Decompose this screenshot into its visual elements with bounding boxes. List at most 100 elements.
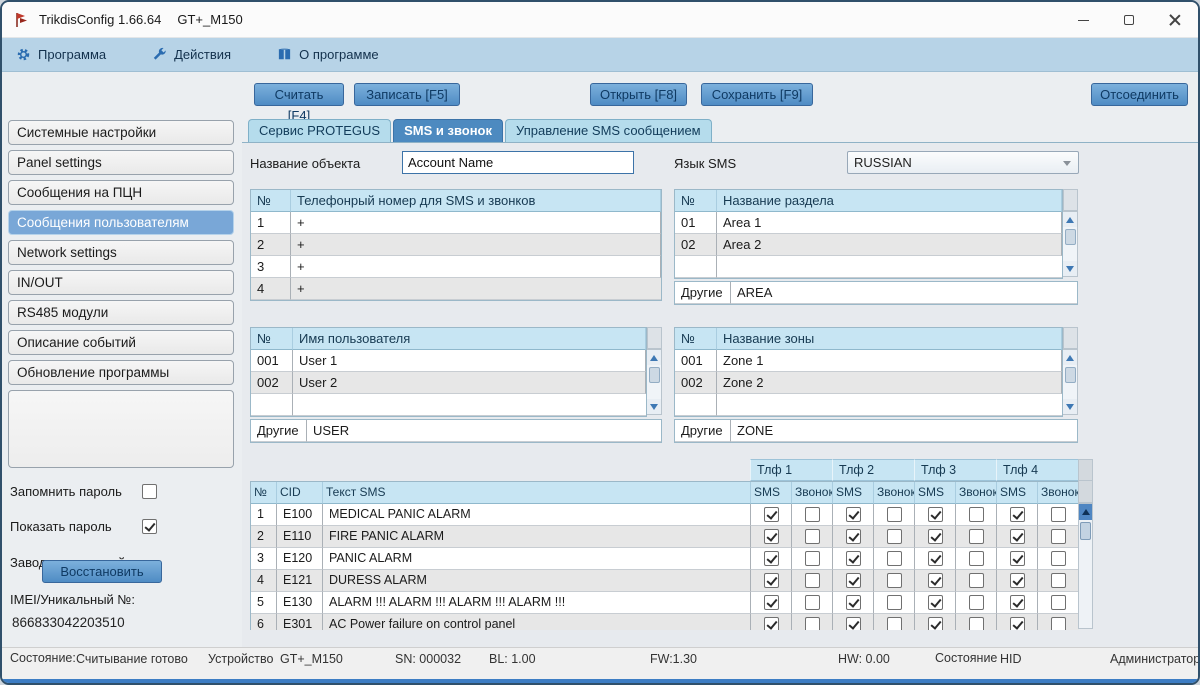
show-password-checkbox[interactable]	[142, 519, 157, 534]
sms-checkbox[interactable]	[928, 617, 943, 630]
area-name-cell[interactable]	[717, 256, 1062, 278]
menu-about[interactable]: О программе	[277, 47, 379, 62]
sidebar-item-rs485-modules[interactable]: RS485 модули	[8, 300, 234, 325]
sms-checkbox[interactable]	[764, 529, 779, 544]
call-checkbox[interactable]	[805, 573, 820, 588]
sms-checkbox[interactable]	[928, 529, 943, 544]
scroll-up-button[interactable]	[647, 350, 661, 365]
zone-other-value[interactable]: ZONE	[731, 420, 1077, 442]
sidebar-item-system-settings[interactable]: Системные настройки	[8, 120, 234, 145]
call-checkbox[interactable]	[1051, 551, 1066, 566]
sidebar-item-firmware-update[interactable]: Обновление программы	[8, 360, 234, 385]
user-name-cell[interactable]	[293, 394, 646, 416]
call-checkbox[interactable]	[1051, 507, 1066, 522]
sms-checkbox[interactable]	[928, 551, 943, 566]
call-checkbox[interactable]	[887, 529, 902, 544]
tab-sms-control[interactable]: Управление SMS сообщением	[505, 119, 712, 142]
write-button[interactable]: Записать [F5]	[354, 83, 460, 106]
call-checkbox[interactable]	[1051, 573, 1066, 588]
object-name-input[interactable]	[402, 151, 634, 174]
sms-checkbox[interactable]	[846, 573, 861, 588]
call-checkbox[interactable]	[1051, 529, 1066, 544]
maximize-button[interactable]	[1106, 2, 1152, 38]
area-name-cell[interactable]: Area 2	[717, 234, 1062, 256]
event-sms-text[interactable]: MEDICAL PANIC ALARM	[323, 504, 751, 526]
scroll-down-button[interactable]	[647, 399, 661, 414]
call-checkbox[interactable]	[887, 551, 902, 566]
open-button[interactable]: Открыть [F8]	[590, 83, 687, 106]
minimize-button[interactable]	[1060, 2, 1106, 38]
disconnect-button[interactable]: Отсоединить	[1091, 83, 1188, 106]
user-other-value[interactable]: USER	[307, 420, 661, 442]
call-checkbox[interactable]	[969, 551, 984, 566]
scroll-up-button[interactable]	[1063, 350, 1077, 365]
sms-checkbox[interactable]	[1010, 507, 1025, 522]
read-button[interactable]: Считать [F4]	[254, 83, 344, 106]
scroll-thumb[interactable]	[1065, 229, 1076, 245]
menu-program[interactable]: Программа	[16, 47, 106, 62]
user-name-cell[interactable]: User 1	[293, 350, 646, 372]
scroll-up-button[interactable]	[1063, 212, 1077, 227]
sms-checkbox[interactable]	[1010, 617, 1025, 630]
sidebar-item-network-settings[interactable]: Network settings	[8, 240, 234, 265]
call-checkbox[interactable]	[1051, 617, 1066, 630]
phone-number-cell[interactable]: +	[291, 256, 661, 278]
call-checkbox[interactable]	[805, 507, 820, 522]
sms-checkbox[interactable]	[764, 595, 779, 610]
call-checkbox[interactable]	[887, 507, 902, 522]
zone-name-cell[interactable]: Zone 2	[717, 372, 1062, 394]
sms-checkbox[interactable]	[764, 617, 779, 630]
sms-checkbox[interactable]	[1010, 529, 1025, 544]
call-checkbox[interactable]	[805, 529, 820, 544]
sms-checkbox[interactable]	[928, 573, 943, 588]
tab-protegus-service[interactable]: Сервис PROTEGUS	[248, 119, 391, 142]
restore-button[interactable]: Восстановить	[42, 560, 162, 583]
zone-name-cell[interactable]	[717, 394, 1062, 416]
sidebar-item-user-messages[interactable]: Сообщения пользователям	[8, 210, 234, 235]
sidebar-item-event-descriptions[interactable]: Описание событий	[8, 330, 234, 355]
call-checkbox[interactable]	[805, 617, 820, 630]
menu-actions[interactable]: Действия	[152, 47, 231, 62]
sidebar-item-messages-cms[interactable]: Сообщения на ПЦН	[8, 180, 234, 205]
sms-checkbox[interactable]	[846, 617, 861, 630]
user-name-cell[interactable]: User 2	[293, 372, 646, 394]
tab-sms-and-call[interactable]: SMS и звонок	[393, 119, 503, 142]
event-sms-text[interactable]: ALARM !!! ALARM !!! ALARM !!! ALARM !!!	[323, 592, 751, 614]
sms-checkbox[interactable]	[764, 573, 779, 588]
phone-number-cell[interactable]: +	[291, 212, 661, 234]
sms-checkbox[interactable]	[846, 507, 861, 522]
scrollbar[interactable]	[1063, 349, 1078, 415]
sms-checkbox[interactable]	[1010, 573, 1025, 588]
call-checkbox[interactable]	[969, 573, 984, 588]
event-sms-text[interactable]: FIRE PANIC ALARM	[323, 526, 751, 548]
sms-checkbox[interactable]	[928, 507, 943, 522]
save-button[interactable]: Сохранить [F9]	[701, 83, 813, 106]
call-checkbox[interactable]	[805, 551, 820, 566]
title-bar[interactable]: TrikdisConfig 1.66.64 GT+_M150	[2, 2, 1198, 38]
sms-checkbox[interactable]	[1010, 595, 1025, 610]
sms-checkbox[interactable]	[928, 595, 943, 610]
sms-checkbox[interactable]	[764, 551, 779, 566]
event-sms-text[interactable]: PANIC ALARM	[323, 548, 751, 570]
call-checkbox[interactable]	[1051, 595, 1066, 610]
call-checkbox[interactable]	[887, 573, 902, 588]
call-checkbox[interactable]	[805, 595, 820, 610]
scrollbar[interactable]	[647, 349, 662, 415]
zone-name-cell[interactable]: Zone 1	[717, 350, 1062, 372]
scroll-up-button[interactable]	[1079, 504, 1092, 520]
scrollbar[interactable]	[1078, 503, 1093, 629]
phone-number-cell[interactable]: +	[291, 234, 661, 256]
scroll-thumb[interactable]	[649, 367, 660, 383]
close-button[interactable]	[1152, 2, 1198, 38]
call-checkbox[interactable]	[969, 529, 984, 544]
sidebar-item-in-out[interactable]: IN/OUT	[8, 270, 234, 295]
scroll-thumb[interactable]	[1065, 367, 1076, 383]
sidebar-item-panel-settings[interactable]: Panel settings	[8, 150, 234, 175]
sms-checkbox[interactable]	[846, 551, 861, 566]
scroll-thumb[interactable]	[1080, 522, 1091, 540]
scroll-down-button[interactable]	[1063, 399, 1077, 414]
event-sms-text[interactable]: DURESS ALARM	[323, 570, 751, 592]
call-checkbox[interactable]	[969, 595, 984, 610]
call-checkbox[interactable]	[969, 507, 984, 522]
sms-checkbox[interactable]	[1010, 551, 1025, 566]
